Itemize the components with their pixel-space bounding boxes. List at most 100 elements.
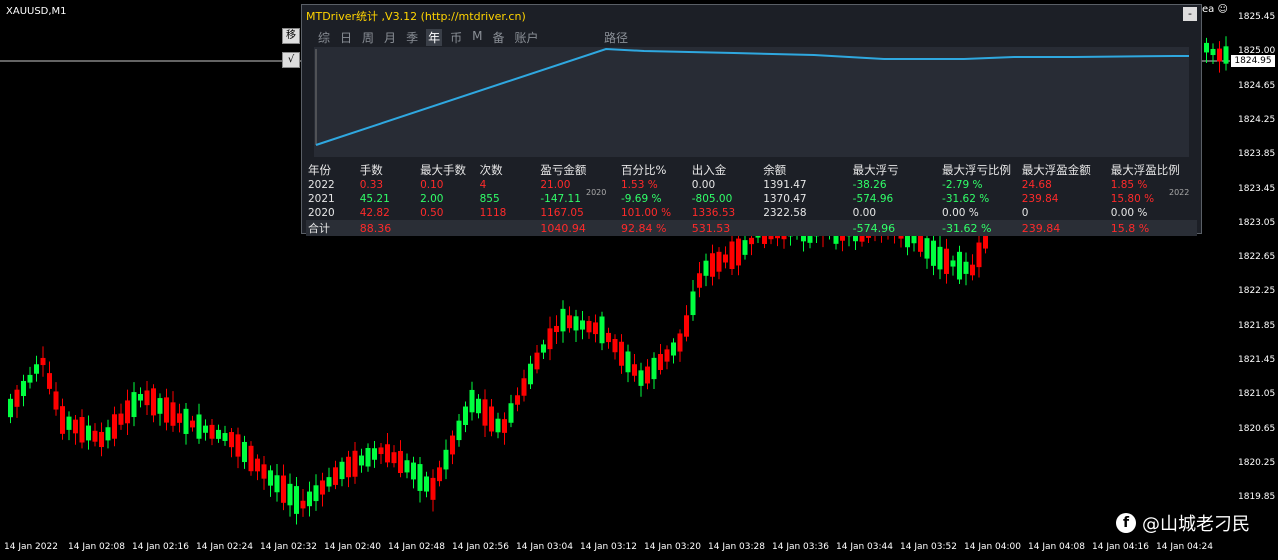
candle-body bbox=[352, 450, 358, 477]
tab-9[interactable]: 账户 bbox=[512, 29, 540, 46]
price-tick-label: 1821.45 bbox=[1238, 355, 1276, 365]
table-cell: 1336.53 bbox=[691, 207, 736, 219]
header-cell: 手数 bbox=[359, 163, 383, 177]
table-cell: 1167.05 bbox=[540, 207, 584, 219]
tab-6[interactable]: 币 bbox=[448, 29, 464, 46]
candle-body bbox=[21, 380, 26, 397]
candle-body bbox=[157, 398, 163, 414]
table-cell: -2.79 % bbox=[942, 179, 983, 191]
candle-body bbox=[586, 320, 592, 333]
candle-body bbox=[99, 431, 104, 448]
table-cell: 1391.47 bbox=[763, 179, 807, 191]
header-cell: 出入金 bbox=[691, 163, 727, 177]
candle-body bbox=[729, 241, 735, 270]
candle-body bbox=[1204, 42, 1209, 53]
tab-7[interactable]: M bbox=[470, 29, 484, 46]
candle-body bbox=[261, 464, 267, 479]
candle-body bbox=[482, 399, 488, 426]
candle-body bbox=[398, 450, 403, 474]
header-cell: 最大浮盈金额 bbox=[1021, 163, 1091, 177]
table-cell: -574.96 bbox=[852, 193, 894, 205]
panel-title: MTDriver统计 ,V3.12 (http://mtdriver.cn) bbox=[306, 10, 526, 23]
time-tick-label: 14 Jan 04:24 bbox=[1156, 542, 1213, 552]
table-cell: -805.00 bbox=[691, 193, 733, 205]
tab-2[interactable]: 周 bbox=[360, 29, 376, 46]
header-cell: 年份 bbox=[308, 163, 331, 177]
price-axis[interactable]: 1825.45 1825.00 1824.65 1824.25 1823.85 1823.… bbox=[1230, 0, 1278, 536]
tab-3[interactable]: 月 bbox=[382, 29, 398, 46]
candle-body bbox=[333, 467, 338, 485]
candle-body bbox=[703, 260, 709, 276]
candle-body bbox=[339, 461, 345, 480]
candle-body bbox=[79, 417, 85, 443]
candle-body bbox=[612, 339, 618, 353]
candle-body bbox=[365, 447, 371, 467]
minimize-button[interactable]: - bbox=[1183, 7, 1197, 21]
path-label: 路径 bbox=[604, 31, 629, 45]
symbol-label: XAUUSD,M1 bbox=[6, 6, 67, 17]
candle-body bbox=[554, 325, 559, 333]
candle-body bbox=[73, 419, 78, 434]
check-button[interactable]: √ bbox=[282, 52, 300, 68]
time-tick-label: 14 Jan 2022 bbox=[4, 542, 58, 552]
tab-0[interactable]: 综 bbox=[316, 29, 332, 46]
price-tick-label: 1825.45 bbox=[1238, 12, 1276, 22]
total-cell: -31.62 % bbox=[940, 220, 1020, 236]
total-cell: 92.84 % bbox=[619, 220, 690, 236]
candle-body bbox=[346, 456, 351, 478]
tab-5[interactable]: 年 bbox=[426, 29, 443, 46]
candle-body bbox=[326, 477, 332, 487]
time-tick-label: 14 Jan 03:44 bbox=[836, 542, 893, 552]
time-tick-label: 14 Jan 03:36 bbox=[772, 542, 829, 552]
watermark-logo-icon: f bbox=[1116, 513, 1136, 533]
total-cell: 88.36 bbox=[357, 220, 419, 236]
candle-body bbox=[138, 393, 143, 401]
candle-body bbox=[645, 366, 650, 384]
table-cell: 855 bbox=[479, 193, 500, 205]
move-button[interactable]: 移 bbox=[282, 28, 300, 44]
table-cell: 2.00 bbox=[420, 193, 444, 205]
header-cell: 盈亏金额 bbox=[540, 163, 587, 177]
candle-body bbox=[716, 251, 722, 272]
equity-curve-chart: 2020 2022 bbox=[314, 47, 1189, 197]
candle-body bbox=[567, 315, 572, 329]
time-tick-label: 14 Jan 02:24 bbox=[196, 542, 253, 552]
price-tick-label: 1824.65 bbox=[1238, 80, 1276, 91]
candle-body bbox=[528, 363, 533, 385]
candle-body bbox=[684, 315, 689, 337]
tab-1[interactable]: 日 bbox=[338, 29, 354, 46]
candle-body bbox=[190, 420, 195, 428]
table-cell: 45.21 bbox=[359, 193, 390, 205]
candle-body bbox=[963, 261, 969, 274]
candle-body bbox=[196, 414, 202, 439]
price-tick-label: 1822.65 bbox=[1238, 252, 1276, 263]
candle-body bbox=[580, 320, 585, 330]
candle-body bbox=[931, 240, 936, 266]
time-tick-label: 14 Jan 02:08 bbox=[68, 542, 125, 552]
time-tick-label: 14 Jan 03:52 bbox=[900, 542, 957, 552]
candle-body bbox=[677, 333, 683, 352]
candle-body bbox=[918, 235, 923, 252]
time-axis[interactable]: 14 Jan 2022 14 Jan 02:08 14 Jan 02:16 14 Ja… bbox=[0, 536, 1230, 560]
candle-body bbox=[950, 260, 956, 267]
time-tick-label: 14 Jan 03:20 bbox=[644, 542, 701, 552]
candle-body bbox=[515, 395, 520, 405]
candle-body bbox=[34, 364, 39, 374]
candle-body bbox=[606, 332, 611, 343]
candle-body bbox=[599, 316, 605, 344]
table-cell: 2021 bbox=[308, 193, 335, 205]
tab-4[interactable]: 季 bbox=[404, 29, 420, 46]
candle-body bbox=[313, 485, 319, 502]
candle-body bbox=[112, 414, 117, 439]
table-cell: 0.00 % bbox=[942, 207, 979, 219]
time-tick-label: 14 Jan 02:16 bbox=[132, 542, 189, 552]
tab-8[interactable]: 备 bbox=[490, 29, 506, 46]
table-cell: 1370.47 bbox=[763, 193, 807, 205]
smiley-icon: ea ☺ bbox=[1202, 4, 1228, 15]
table-cell: 1118 bbox=[479, 207, 507, 219]
header-cell: 百分比% bbox=[621, 163, 667, 177]
candle-body bbox=[976, 242, 982, 268]
stats-table: 年份 手数 最大手数 次数 盈亏金额 百分比% 出入金 余额 最大浮亏 最大浮亏比例 最大浮盈金额 最… bbox=[306, 162, 1197, 236]
table-cell: 1.85 % bbox=[1110, 179, 1148, 191]
candle-body bbox=[489, 406, 494, 432]
